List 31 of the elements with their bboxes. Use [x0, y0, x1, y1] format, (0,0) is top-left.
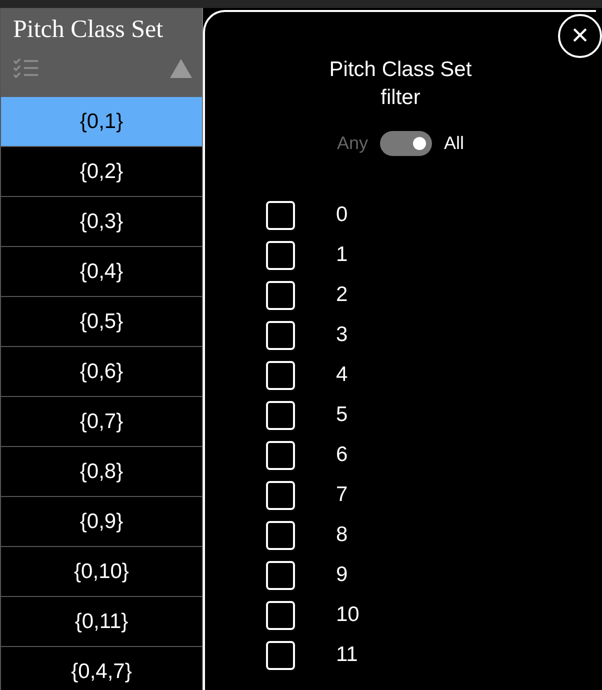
checklist-icon[interactable] [13, 58, 39, 78]
checkbox[interactable] [266, 280, 295, 310]
checkbox-label: 0 [336, 202, 348, 228]
checkbox[interactable] [266, 400, 295, 430]
checkbox-label: 6 [336, 442, 348, 468]
checkbox-label: 4 [336, 362, 348, 388]
checkbox[interactable] [266, 440, 295, 470]
toggle-label: Any [336, 132, 368, 155]
checkbox[interactable] [266, 600, 295, 630]
checkbox[interactable] [266, 480, 295, 510]
toggle-switch[interactable] [380, 131, 432, 156]
checkbox-label: 2 [336, 282, 348, 308]
checkbox[interactable] [266, 240, 295, 270]
checkbox-label: 1 [336, 242, 348, 268]
checkbox[interactable] [266, 520, 295, 550]
checkbox-label: 11 [336, 642, 358, 668]
checkbox-label: 10 [336, 602, 360, 628]
checkbox[interactable] [266, 640, 295, 670]
checkbox[interactable] [266, 200, 295, 230]
close-button[interactable]: × [558, 14, 602, 58]
filter-title: Pitch Class Set filter [328, 57, 473, 111]
toggle-label: All [444, 132, 464, 155]
checkbox-label: 3 [336, 322, 348, 348]
checkbox-label: 7 [336, 482, 348, 508]
checkbox[interactable] [266, 560, 295, 590]
checkbox-label: 9 [336, 562, 348, 588]
list-row[interactable]: {0,1} [1, 97, 202, 147]
checkbox-label: 8 [336, 522, 348, 548]
checkbox-label: 5 [336, 402, 348, 428]
checkbox[interactable] [266, 360, 295, 390]
checkbox[interactable] [266, 320, 295, 350]
